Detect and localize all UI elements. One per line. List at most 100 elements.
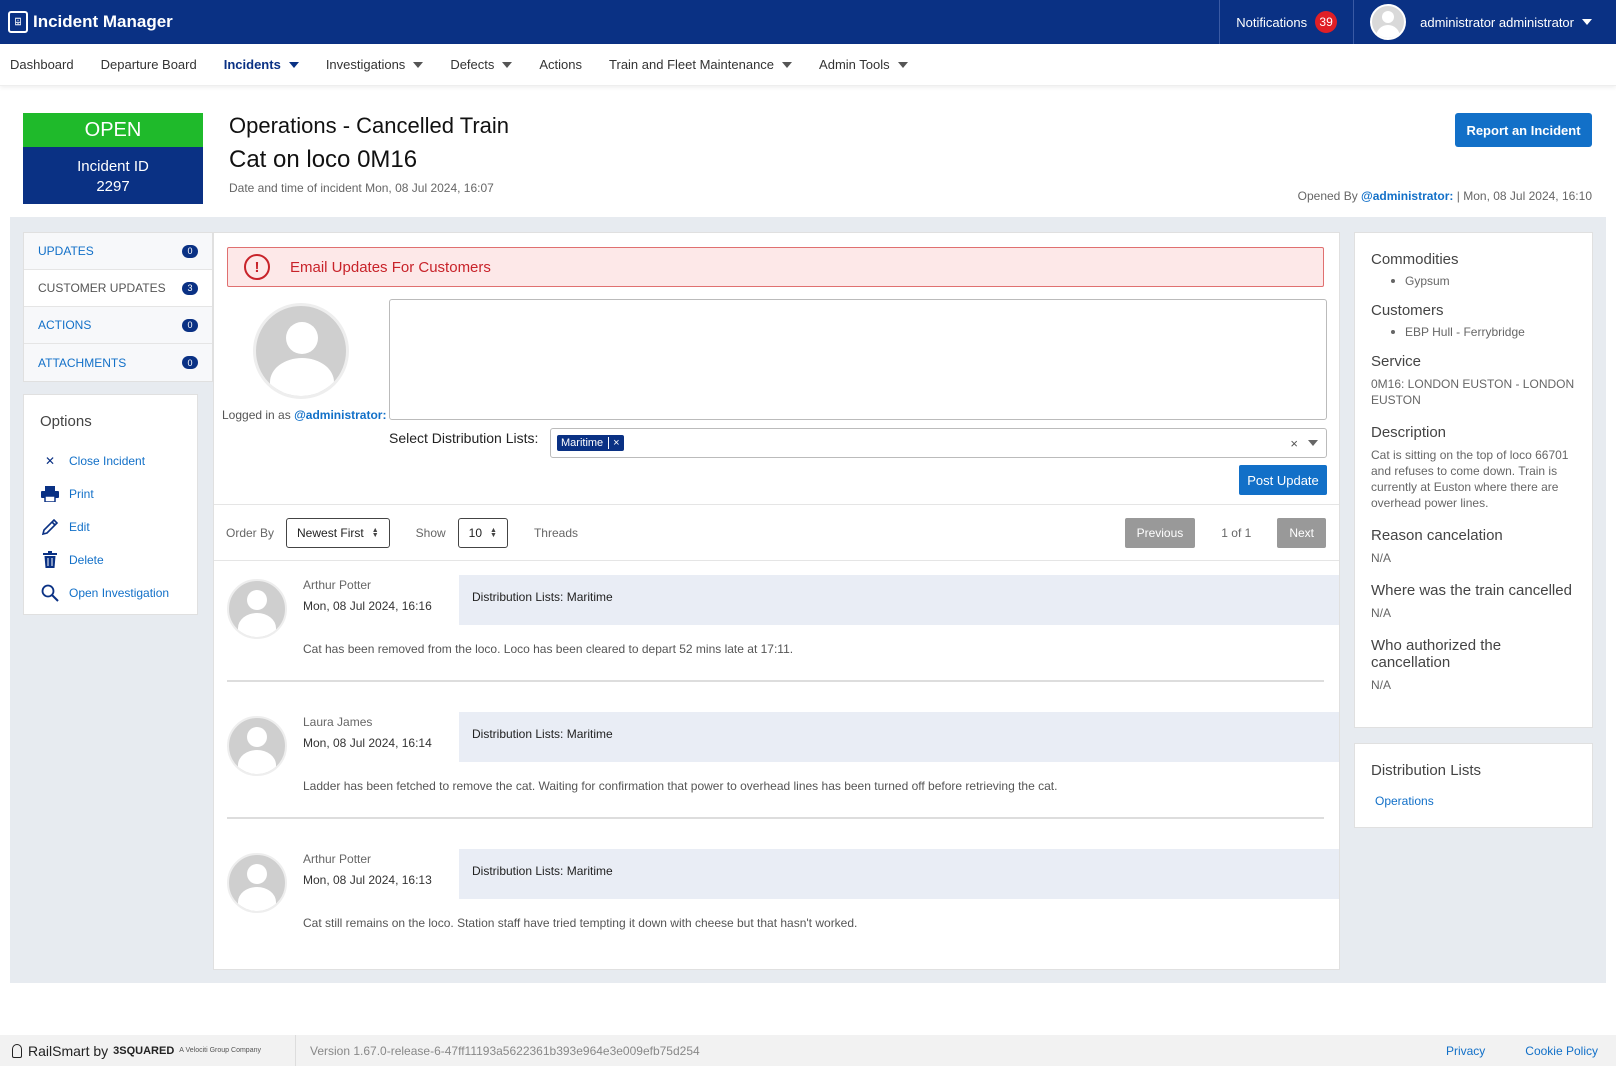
next-page-button[interactable]: Next [1277,517,1326,548]
alert-text: Email Updates For Customers [290,258,491,276]
customer-item: EBP Hull - Ferrybridge [1391,325,1576,339]
customer-updates-panel: ! Email Updates For Customers Logged in … [213,232,1340,970]
incident-id-label: Incident ID [77,158,149,175]
edit-button[interactable]: Edit [40,510,181,543]
incident-id: 2297 [96,178,130,195]
main-nav: Dashboard Departure Board Incidents Inve… [0,44,1616,86]
nav-train-fleet-maintenance[interactable]: Train and Fleet Maintenance [595,57,805,72]
thread-body: Ladder has been fetched to remove the ca… [303,779,1058,793]
tab-count-badge: 3 [182,281,198,295]
app-logo-icon: ⌹ [8,11,28,33]
print-button[interactable]: Print [40,477,181,510]
lightbulb-icon [12,1043,22,1058]
logged-in-prefix: Logged in as [222,408,291,422]
thread-author: Laura James [303,715,373,729]
chevron-down-icon [897,61,908,68]
thread-body: Cat has been removed from the loco. Loco… [303,642,794,656]
updown-icon: ▲ ▼ [371,526,379,539]
incident-tabs: UPDATES 0 CUSTOMER UPDATES 3 ACTIONS 0 ATTA… [23,232,213,382]
nav-departure-board[interactable]: Departure Board [87,57,210,72]
avatar [227,853,287,913]
footer-brand: RailSmart by 3SQUARED A Velociti Group C… [0,1035,296,1066]
order-by-select[interactable]: Newest First ▲ ▼ [286,517,390,548]
page-indicator: 1 of 1 [1221,525,1252,540]
tab-count-badge: 0 [182,318,198,332]
service-value: 0M16: LONDON EUSTON - LONDON EUSTON [1371,377,1575,407]
nav-label: Departure Board [100,57,197,72]
clear-selection-icon[interactable]: × [1290,436,1298,451]
user-avatar [1370,4,1407,40]
distribution-lists-select[interactable]: Maritime × × [550,428,1327,458]
option-label: Print [69,486,94,501]
thread-date: Mon, 08 Jul 2024, 16:13 [303,873,432,887]
thread-body: Cat still remains on the loco. Station s… [303,916,858,930]
option-label: Open Investigation [69,585,170,600]
tab-attachments[interactable]: ATTACHMENTS 0 [24,344,212,381]
close-incident-button[interactable]: ✕ Close Incident [40,444,181,477]
option-label: Close Incident [69,453,146,468]
options-panel: Options ✕ Close Incident Print Edit Dele… [23,394,198,615]
user-menu[interactable]: administrator administrator [1353,0,1616,44]
thread-date: Mon, 08 Jul 2024, 16:14 [303,736,432,750]
where-heading: Where was the train cancelled [1371,582,1572,599]
avatar [227,716,287,776]
avatar [227,579,287,639]
notifications-button[interactable]: Notifications 39 [1219,0,1353,44]
chip-remove-icon[interactable]: × [608,437,620,449]
distribution-link-operations[interactable]: Operations [1375,794,1576,808]
chevron-down-icon [1582,19,1592,25]
app-brand[interactable]: ⌹ Incident Manager [0,0,173,44]
chevron-down-icon [288,61,299,68]
privacy-link[interactable]: Privacy [1446,1044,1485,1058]
notifications-count-badge: 39 [1315,11,1338,33]
thread-author: Arthur Potter [303,578,372,592]
incident-category: Operations - Cancelled Train [229,113,510,138]
description-value: Cat is sitting on the top of loco 66701 … [1371,448,1569,510]
nav-incidents[interactable]: Incidents [210,57,312,72]
report-incident-button[interactable]: Report an Incident [1455,113,1592,147]
show-count-select[interactable]: 10 ▲ ▼ [457,517,508,548]
post-update-button[interactable]: Post Update [1239,465,1327,495]
open-investigation-button[interactable]: Open Investigation [40,576,181,609]
tab-label: ATTACHMENTS [38,355,127,370]
tab-actions[interactable]: ACTIONS 0 [24,307,212,344]
nav-actions[interactable]: Actions [525,57,595,72]
commodity-item: Gypsum [1391,274,1576,288]
footer-company: 3SQUARED [113,1044,175,1057]
tab-count-badge: 0 [182,244,198,258]
chevron-down-icon[interactable] [1308,440,1318,446]
incident-details-panel: Commodities Gypsum Customers EBP Hull - … [1354,232,1593,728]
nav-label: Investigations [325,57,406,72]
opened-by-prefix: Opened By [1297,189,1358,203]
description-heading: Description [1371,424,1447,441]
nav-defects[interactable]: Defects [436,57,525,72]
edit-icon [40,518,60,536]
nav-admin-tools[interactable]: Admin Tools [805,57,921,72]
tab-label: UPDATES [38,244,94,258]
user-name: administrator administrator [1420,14,1574,30]
delete-button[interactable]: Delete [40,543,181,576]
option-label: Edit [69,519,90,534]
tab-updates[interactable]: UPDATES 0 [24,233,212,270]
search-icon [40,584,60,602]
commodities-heading: Commodities [1371,251,1459,268]
nav-label: Defects [450,57,495,72]
reason-value: N/A [1371,551,1392,565]
tab-customer-updates[interactable]: CUSTOMER UPDATES 3 [24,270,212,307]
pagination: Previous 1 of 1 Next [1124,517,1339,548]
nav-investigations[interactable]: Investigations [312,57,437,72]
update-textarea[interactable] [389,299,1327,420]
tab-label: CUSTOMER UPDATES [38,281,166,295]
logged-in-user-link[interactable]: @administrator: [294,408,386,422]
cookie-policy-link[interactable]: Cookie Policy [1525,1044,1598,1058]
chevron-down-icon [502,61,513,68]
logged-in-as: Logged in as @administrator: [222,408,386,422]
opened-by-user-link[interactable]: @administrator: [1361,189,1453,203]
nav-dashboard[interactable]: Dashboard [0,57,87,72]
close-icon: ✕ [44,453,56,468]
top-bar: ⌹ Incident Manager Notifications 39 admi… [0,0,1616,44]
thread-author: Arthur Potter [303,852,372,866]
options-title: Options [40,413,92,430]
service-heading: Service [1371,353,1422,370]
previous-page-button[interactable]: Previous [1124,517,1196,548]
